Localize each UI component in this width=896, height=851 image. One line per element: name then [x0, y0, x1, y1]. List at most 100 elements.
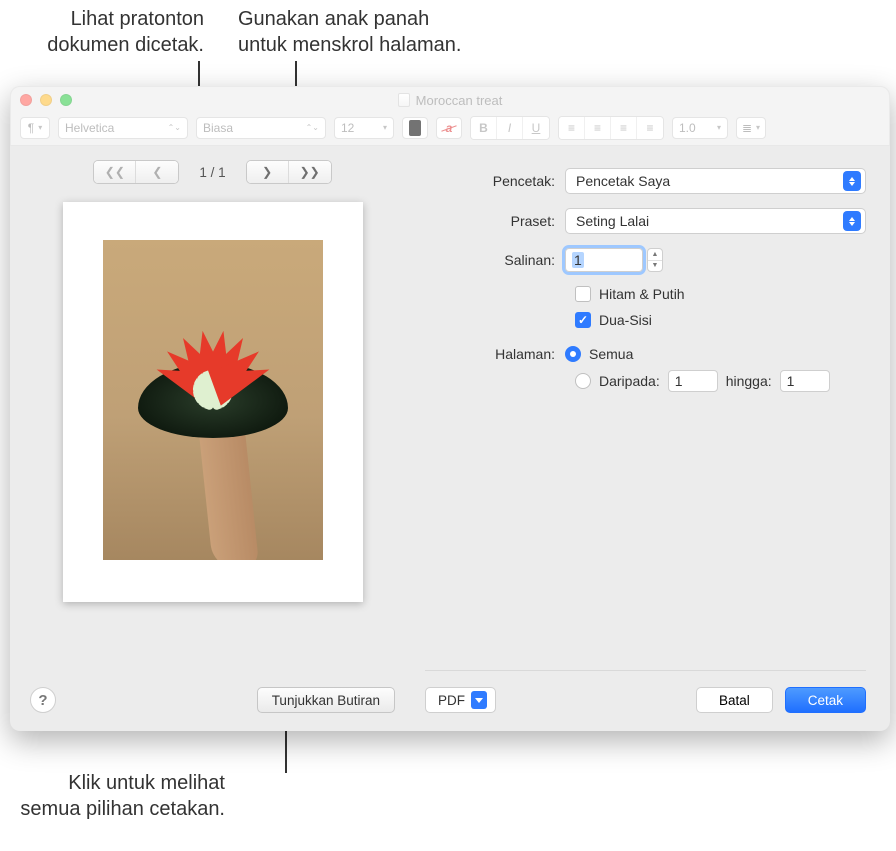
- pdf-menu-button[interactable]: PDF: [425, 687, 496, 713]
- printer-value: Pencetak Saya: [576, 173, 670, 189]
- page-first-button[interactable]: ❮❮: [94, 161, 136, 183]
- pages-range-row: Daripada: 1 hingga: 1: [575, 370, 866, 392]
- strikethrough-a-icon: a: [443, 120, 455, 136]
- chevron-updown-icon: ⌃⌄: [306, 123, 319, 132]
- titlebar: Moroccan treat: [10, 86, 890, 114]
- pages-all-option: Semua: [565, 346, 633, 362]
- page-navigator: ❮❮ ❮ 1 / 1 ❯ ❯❯: [93, 160, 331, 184]
- select-chevrons-icon: [843, 171, 861, 191]
- pages-range-inputs: Daripada: 1 hingga: 1: [599, 370, 830, 392]
- to-label: hingga:: [726, 373, 772, 389]
- font-style-select[interactable]: Biasa ⌃⌄: [196, 117, 326, 139]
- cancel-button[interactable]: Batal: [696, 687, 773, 713]
- pages-range-radio[interactable]: [575, 373, 591, 389]
- alignment-group: ≡ ≡ ≡ ≡: [558, 116, 664, 140]
- to-input[interactable]: 1: [780, 370, 830, 392]
- preview-photo: [103, 240, 323, 560]
- from-label: Daripada:: [599, 373, 660, 389]
- page-next-group: ❯ ❯❯: [246, 160, 332, 184]
- text-toolbar: ¶ ▾ Helvetica ⌃⌄ Biasa ⌃⌄ 12 ▾ a B I U ≡…: [10, 114, 890, 146]
- italic-button[interactable]: I: [497, 117, 523, 139]
- page-prev-button[interactable]: ❮: [136, 161, 178, 183]
- duplex-checkbox[interactable]: [575, 312, 591, 328]
- print-sheet: ❮❮ ❮ 1 / 1 ❯ ❯❯: [10, 146, 890, 731]
- page-prev-group: ❮❮ ❮: [93, 160, 179, 184]
- pages-label: Halaman:: [425, 346, 565, 362]
- font-family-select[interactable]: Helvetica ⌃⌄: [58, 117, 188, 139]
- preset-label: Praset:: [425, 213, 565, 229]
- printer-label: Pencetak:: [425, 173, 565, 189]
- list-icon: ≣: [742, 121, 752, 135]
- line-spacing-value: 1.0: [679, 121, 696, 135]
- bw-row: Hitam & Putih: [575, 286, 866, 302]
- align-left-button[interactable]: ≡: [559, 117, 585, 139]
- from-value: 1: [675, 373, 683, 389]
- show-details-button[interactable]: Tunjukkan Butiran: [257, 687, 395, 713]
- bold-button[interactable]: B: [471, 117, 497, 139]
- chevron-down-icon: ▾: [383, 123, 387, 132]
- select-chevrons-icon: [843, 211, 861, 231]
- copies-input[interactable]: 1: [565, 248, 643, 272]
- copies-label: Salinan:: [425, 252, 565, 268]
- document-title: Moroccan treat: [10, 93, 890, 108]
- document-icon: [398, 93, 410, 107]
- chevron-down-icon: ▾: [717, 123, 721, 132]
- pages-all-radio[interactable]: [565, 346, 581, 362]
- align-center-button[interactable]: ≡: [585, 117, 611, 139]
- callout-details-text: Klik untuk melihat semua pilihan cetakan…: [20, 772, 225, 820]
- print-label: Cetak: [808, 693, 843, 708]
- copies-row: Salinan: 1 ▲ ▼: [425, 248, 866, 272]
- align-right-button[interactable]: ≡: [611, 117, 637, 139]
- copies-stepper-wrap: 1 ▲ ▼: [565, 248, 663, 272]
- cancel-label: Batal: [719, 693, 750, 708]
- align-justify-button[interactable]: ≡: [637, 117, 663, 139]
- print-button[interactable]: Cetak: [785, 687, 866, 713]
- help-button[interactable]: ?: [30, 687, 56, 713]
- highlight-color-button[interactable]: a: [436, 117, 462, 139]
- to-value: 1: [787, 373, 795, 389]
- printer-row: Pencetak: Pencetak Saya: [425, 168, 866, 194]
- line-spacing-select[interactable]: 1.0 ▾: [672, 117, 728, 139]
- page-preview: [63, 202, 363, 602]
- list-style-button[interactable]: ≣ ▾: [736, 117, 766, 139]
- print-options-column: Pencetak: Pencetak Saya Praset: Seting L…: [415, 146, 890, 731]
- page-last-button[interactable]: ❯❯: [289, 161, 331, 183]
- help-icon: ?: [38, 692, 47, 709]
- bw-checkbox[interactable]: [575, 286, 591, 302]
- duplex-label: Dua-Sisi: [599, 312, 652, 328]
- paragraph-style-button[interactable]: ¶ ▾: [20, 117, 50, 139]
- preset-select[interactable]: Seting Lalai: [565, 208, 866, 234]
- print-dialog-window: Moroccan treat ¶ ▾ Helvetica ⌃⌄ Biasa ⌃⌄…: [10, 86, 890, 731]
- preview-footer: ? Tunjukkan Butiran: [30, 687, 395, 713]
- preset-row: Praset: Seting Lalai: [425, 208, 866, 234]
- preset-value: Seting Lalai: [576, 213, 649, 229]
- text-color-button[interactable]: [402, 117, 428, 139]
- callout-arrows-text: Gunakan anak panah untuk menskrol halama…: [238, 8, 461, 56]
- document-title-text: Moroccan treat: [416, 93, 503, 108]
- from-input[interactable]: 1: [668, 370, 718, 392]
- chevron-down-icon: ▾: [38, 123, 42, 132]
- photo-watermelon: [118, 318, 308, 438]
- bw-label: Hitam & Putih: [599, 286, 685, 302]
- font-family-value: Helvetica: [65, 121, 114, 135]
- chevron-down-icon: ▾: [756, 123, 760, 132]
- stepper-up-icon: ▲: [648, 249, 662, 261]
- pages-row-all: Halaman: Semua: [425, 346, 866, 362]
- callout-arrows: Gunakan anak panah untuk menskrol halama…: [238, 6, 498, 58]
- duplex-row: Dua-Sisi: [575, 312, 866, 328]
- show-details-label: Tunjukkan Butiran: [272, 693, 380, 708]
- paragraph-icon: ¶: [28, 121, 34, 135]
- copies-stepper[interactable]: ▲ ▼: [647, 248, 663, 272]
- printer-select[interactable]: Pencetak Saya: [565, 168, 866, 194]
- stepper-down-icon: ▼: [648, 261, 662, 272]
- preview-column: ❮❮ ❮ 1 / 1 ❯ ❯❯: [10, 146, 415, 731]
- page-next-button[interactable]: ❯: [247, 161, 289, 183]
- underline-button[interactable]: U: [523, 117, 549, 139]
- copies-value: 1: [572, 252, 584, 268]
- pages-all-label: Semua: [589, 346, 633, 362]
- callout-details: Klik untuk melihat semua pilihan cetakan…: [0, 770, 225, 822]
- font-size-select[interactable]: 12 ▾: [334, 117, 394, 139]
- chevron-updown-icon: ⌃⌄: [168, 123, 181, 132]
- callout-preview: Lihat pratonton dokumen dicetak.: [14, 6, 204, 58]
- chevron-down-icon: [471, 691, 487, 709]
